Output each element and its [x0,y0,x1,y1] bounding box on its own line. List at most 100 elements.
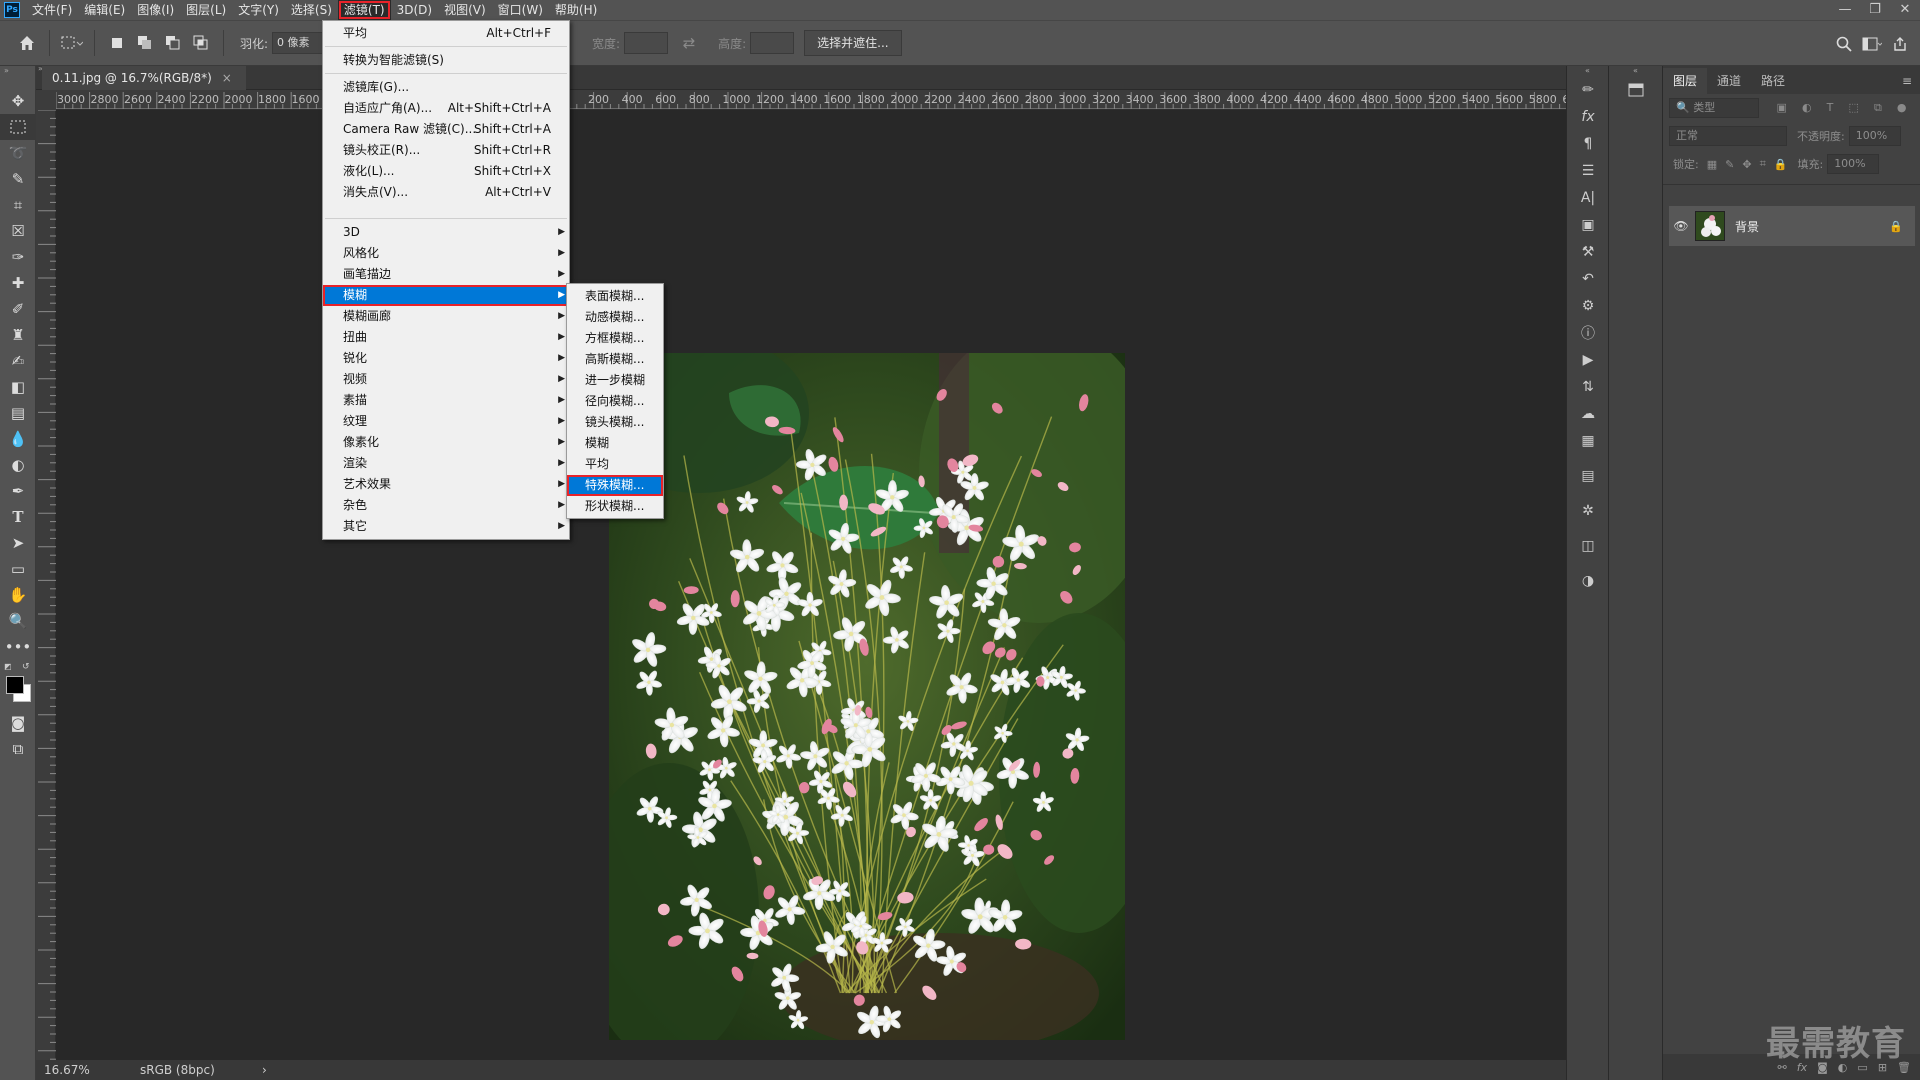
collapse-icon[interactable]: » [0,66,35,75]
blur-menu-item[interactable]: 表面模糊... [567,286,663,307]
menu-window[interactable]: 窗口(W) [492,0,549,20]
dodge-tool-icon[interactable]: ◐ [0,452,36,478]
blur-menu-item[interactable]: 形状模糊... [567,496,663,517]
stamp-tool-icon[interactable]: ♜ [0,322,36,348]
filter-submenu-item[interactable]: 艺术效果 ▶ [323,474,569,495]
home-icon[interactable] [16,32,38,54]
share-icon[interactable] [1889,33,1911,55]
new-selection-icon[interactable] [106,32,128,54]
blur-tool-icon[interactable]: 💧 [0,426,36,452]
screen-mode-icon[interactable]: ⧉ [0,736,36,762]
menu-item-smart-filter[interactable]: 转换为智能滤镜(S) [323,50,569,71]
vertical-ruler[interactable] [36,110,56,1060]
select-and-mask-button[interactable]: 选择并遮住... [804,30,902,56]
filter-submenu-item[interactable]: 杂色 ▶ [323,495,569,516]
quick-mask-icon[interactable]: ◙ [0,710,36,736]
brush-settings-icon[interactable]: ✏ [1567,76,1609,103]
layer-filter-select[interactable]: 🔍 类型 [1669,98,1759,118]
menu-filter[interactable]: 滤镜(T) [337,0,391,20]
filter-submenu-item[interactable]: 3D ▶ [323,222,569,243]
3d-icon[interactable]: ☁ [1567,400,1609,427]
zoom-level[interactable]: 16.67% [44,1060,90,1080]
libraries-icon[interactable]: ◫ [1567,532,1609,559]
quick-selection-icon[interactable]: ✎ [0,166,36,192]
tab-close-icon[interactable]: × [222,71,232,85]
move-tool-icon[interactable]: ✥ [0,88,36,114]
tab-layers[interactable]: 图层 [1663,68,1708,94]
crop-tool-icon[interactable]: ⌗ [0,192,36,218]
filter-submenu-item[interactable]: 锐化 ▶ [323,348,569,369]
eyedropper-icon[interactable]: ✑ [0,244,36,270]
menu-edit[interactable]: 编辑(E) [78,0,131,20]
filter-submenu-item[interactable]: 画笔描边 ▶ [323,264,569,285]
blur-menu-item[interactable]: 模糊 [567,433,663,454]
character-icon[interactable]: A| [1567,184,1609,211]
lock-pixels-icon[interactable]: ✎ [1725,158,1734,171]
layer-styles-icon[interactable]: fx [1567,103,1609,130]
tool-presets-icon[interactable]: ⚙ [1567,292,1609,319]
pen-tool-icon[interactable]: ✒ [0,478,36,504]
width-input[interactable] [624,32,669,54]
blur-menu-item[interactable]: 径向模糊... [567,391,663,412]
adjustments-icon[interactable]: ☰ [1567,157,1609,184]
blur-menu-item[interactable]: 镜头模糊... [567,412,663,433]
lock-transparency-icon[interactable]: ▦ [1707,158,1717,171]
filter-toggle-icon[interactable]: ● [1897,101,1907,115]
default-colors-icon[interactable]: ◩ [4,662,12,671]
filter-submenu-item[interactable]: 纹理 ▶ [323,411,569,432]
workspace-icon[interactable] [1861,33,1883,55]
actions-icon[interactable]: ▶ [1567,346,1609,373]
height-input[interactable] [750,32,795,54]
filter-menu-item[interactable]: 滤镜库(G)... [323,77,569,98]
paragraph-icon[interactable]: ¶ [1567,130,1609,157]
lock-position-icon[interactable]: ✥ [1742,158,1751,171]
filter-submenu-item[interactable]: 素描 ▶ [323,390,569,411]
tab-paths[interactable]: 路径 [1751,68,1795,94]
healing-brush-icon[interactable]: ✚ [0,270,36,296]
clone-source-icon[interactable]: ⚒ [1567,238,1609,265]
blend-mode-select[interactable]: 正常 [1669,126,1787,146]
menu-item-last-filter[interactable]: 平均 Alt+Ctrl+F [323,23,569,44]
menu-help[interactable]: 帮助(H) [549,0,603,20]
feather-input[interactable]: 0 像素 [272,32,325,54]
filter-adjustment-icon[interactable]: ◐ [1802,101,1812,115]
restore-button[interactable]: ❐ [1860,0,1890,20]
blur-menu-item[interactable]: 进一步模糊 [567,370,663,391]
horizontal-ruler[interactable]: 3000 2800 2600 2400 2200 2000 1800 1600 200 400 6… [56,90,1566,110]
menu-type[interactable]: 文字(Y) [232,0,285,20]
search-icon[interactable] [1833,33,1855,55]
filter-submenu-item[interactable]: 扭曲 ▶ [323,327,569,348]
lasso-tool-icon[interactable]: ➰ [0,140,36,166]
canvas-area[interactable] [56,110,1566,1060]
blur-menu-item[interactable]: 方框模糊... [567,328,663,349]
eraser-icon[interactable]: ◧ [0,374,36,400]
history-brush-icon[interactable]: ✍ [0,348,36,374]
rectangle-tool-icon[interactable]: ▭ [0,556,36,582]
filter-shape-icon[interactable]: ⬚ [1848,101,1858,115]
marquee-tool-icon[interactable] [0,114,36,140]
swatches-icon[interactable]: ▦ [1567,427,1609,454]
type-tool-icon[interactable]: T [0,504,36,530]
flower-photo[interactable] [609,353,1125,1040]
menu-file[interactable]: 文件(F) [26,0,78,20]
filter-submenu-item[interactable]: 视频 ▶ [323,369,569,390]
filter-submenu-item[interactable]: 其它 ▶ [323,516,569,537]
filter-type-icon[interactable]: T [1827,101,1834,115]
swap-colors-icon[interactable]: ↺ [22,662,30,672]
filter-submenu-item[interactable]: 模糊画廊 ▶ [323,306,569,327]
menu-select[interactable]: 选择(S) [285,0,338,20]
filter-submenu-item[interactable]: 像素化 ▶ [323,432,569,453]
color-icon[interactable]: ◑ [1567,567,1609,594]
glyphs-icon[interactable]: ▣ [1567,211,1609,238]
ruler-origin[interactable] [36,90,56,110]
swap-icon[interactable]: ⇄ [678,32,700,54]
brush-tool-icon[interactable]: ✐ [0,296,36,322]
fill-input[interactable]: 100% [1827,154,1880,174]
menu-image[interactable]: 图像(I) [131,0,180,20]
filter-menu-item[interactable]: 消失点(V)... Alt+Ctrl+V [323,182,569,203]
channels-icon[interactable]: ⇅ [1567,373,1609,400]
blur-menu-item[interactable]: 动感模糊... [567,307,663,328]
filter-submenu-item[interactable]: 风格化 ▶ [323,243,569,264]
filter-submenu-item[interactable]: 模糊 ▶ [323,285,569,306]
history-icon[interactable]: ↶ [1567,265,1609,292]
